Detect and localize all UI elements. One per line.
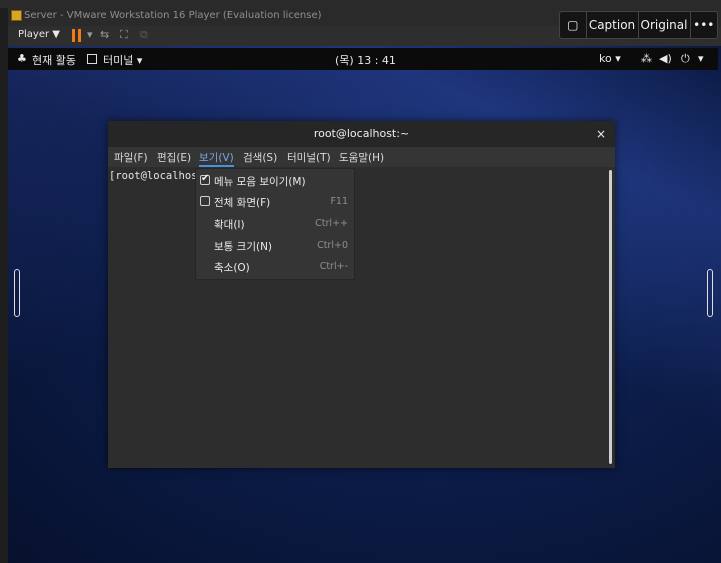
menu-help[interactable]: 도움말(H) [339,150,384,165]
player-menu-button[interactable]: Player ▼ [14,27,64,43]
activities-icon[interactable]: ♣ [17,52,27,65]
system-menu-arrow[interactable]: ▾ [698,52,704,65]
original-button[interactable]: Original [639,12,691,38]
view-menu-dropdown: 메뉴 모음 보이기(M) 전체 화면(F) F11 확대(I) Ctrl++ 보… [195,168,355,280]
terminal-app-icon[interactable] [87,54,97,64]
menu-edit[interactable]: 편집(E) [157,150,191,165]
more-button[interactable]: ••• [691,12,717,38]
comment-icon[interactable]: ▢ [560,12,587,38]
menu-item-label: 확대(I) [214,219,245,231]
fullscreen-icon[interactable]: ⛶ [120,28,128,42]
menu-item-normal-size[interactable]: 보통 크기(N) Ctrl+0 [196,236,354,258]
terminal-window: root@localhost:~ × 파일(F) 편집(E) 보기(V) 검색(… [108,121,615,468]
terminal-headerbar[interactable]: root@localhost:~ × [108,121,615,147]
right-resize-handle[interactable] [707,269,713,317]
menu-item-show-menubar[interactable]: 메뉴 모음 보이기(M) [196,171,354,193]
app-menu-button[interactable]: 터미널 ▾ [103,52,142,68]
close-button[interactable]: × [596,121,606,147]
clock[interactable]: (목) 13 : 41 [335,52,396,68]
dropdown-arrow-icon[interactable]: ▾ [87,28,93,41]
window-title: Server - VMware Workstation 16 Player (E… [24,10,322,21]
left-edge [0,8,8,563]
power-icon[interactable]: ⏻ [681,52,690,66]
menu-item-zoom-in[interactable]: 확대(I) Ctrl++ [196,214,354,236]
menu-item-fullscreen[interactable]: 전체 화면(F) F11 [196,192,354,214]
checkbox-checked-icon[interactable] [200,173,210,185]
menu-item-label: 전체 화면(F) [214,197,271,209]
caption-button[interactable]: Caption [587,12,639,38]
shortcut-label: Ctrl+- [319,261,348,272]
gnome-top-bar: ♣ 현재 활동 터미널 ▾ (목) 13 : 41 ko ▾ ⁂ ◀) ⏻ ▾ [8,48,718,70]
menu-terminal[interactable]: 터미널(T) [287,150,331,165]
pause-icon[interactable] [72,29,82,42]
network-icon[interactable]: ⁂ [641,52,652,65]
shell-prompt: [root@localhos [109,170,198,182]
terminal-title: root@localhost:~ [313,127,410,140]
menu-item-label: 축소(O) [214,262,250,274]
left-resize-handle[interactable] [14,269,20,317]
overlay-toolbar: ▢ Caption Original ••• [559,11,718,39]
menu-search[interactable]: 검색(S) [243,150,277,165]
input-method-indicator[interactable]: ko ▾ [599,52,621,65]
menu-view[interactable]: 보기(V) [199,150,234,167]
shortcut-label: Ctrl+0 [317,240,348,251]
shortcut-label: Ctrl++ [315,218,348,229]
vmware-app-icon [11,10,22,21]
checkbox-unchecked-icon[interactable] [200,196,210,206]
shortcut-label: F11 [330,196,348,207]
menu-item-label: 보통 크기(N) [214,241,273,253]
menu-item-label: 메뉴 모음 보이기(M) [214,176,306,188]
volume-icon[interactable]: ◀) [659,52,672,65]
unity-icon: ⧉ [140,28,148,41]
terminal-menubar: 파일(F) 편집(E) 보기(V) 검색(S) 터미널(T) 도움말(H) [108,147,615,167]
terminal-output[interactable]: [root@localhos [108,167,615,468]
terminal-scrollbar[interactable] [609,170,612,464]
menu-file[interactable]: 파일(F) [114,150,148,165]
menu-item-zoom-out[interactable]: 축소(O) Ctrl+- [196,257,354,279]
send-ctrl-alt-del-icon[interactable]: ⇆ [100,28,109,41]
activities-button[interactable]: 현재 활동 [32,52,76,68]
